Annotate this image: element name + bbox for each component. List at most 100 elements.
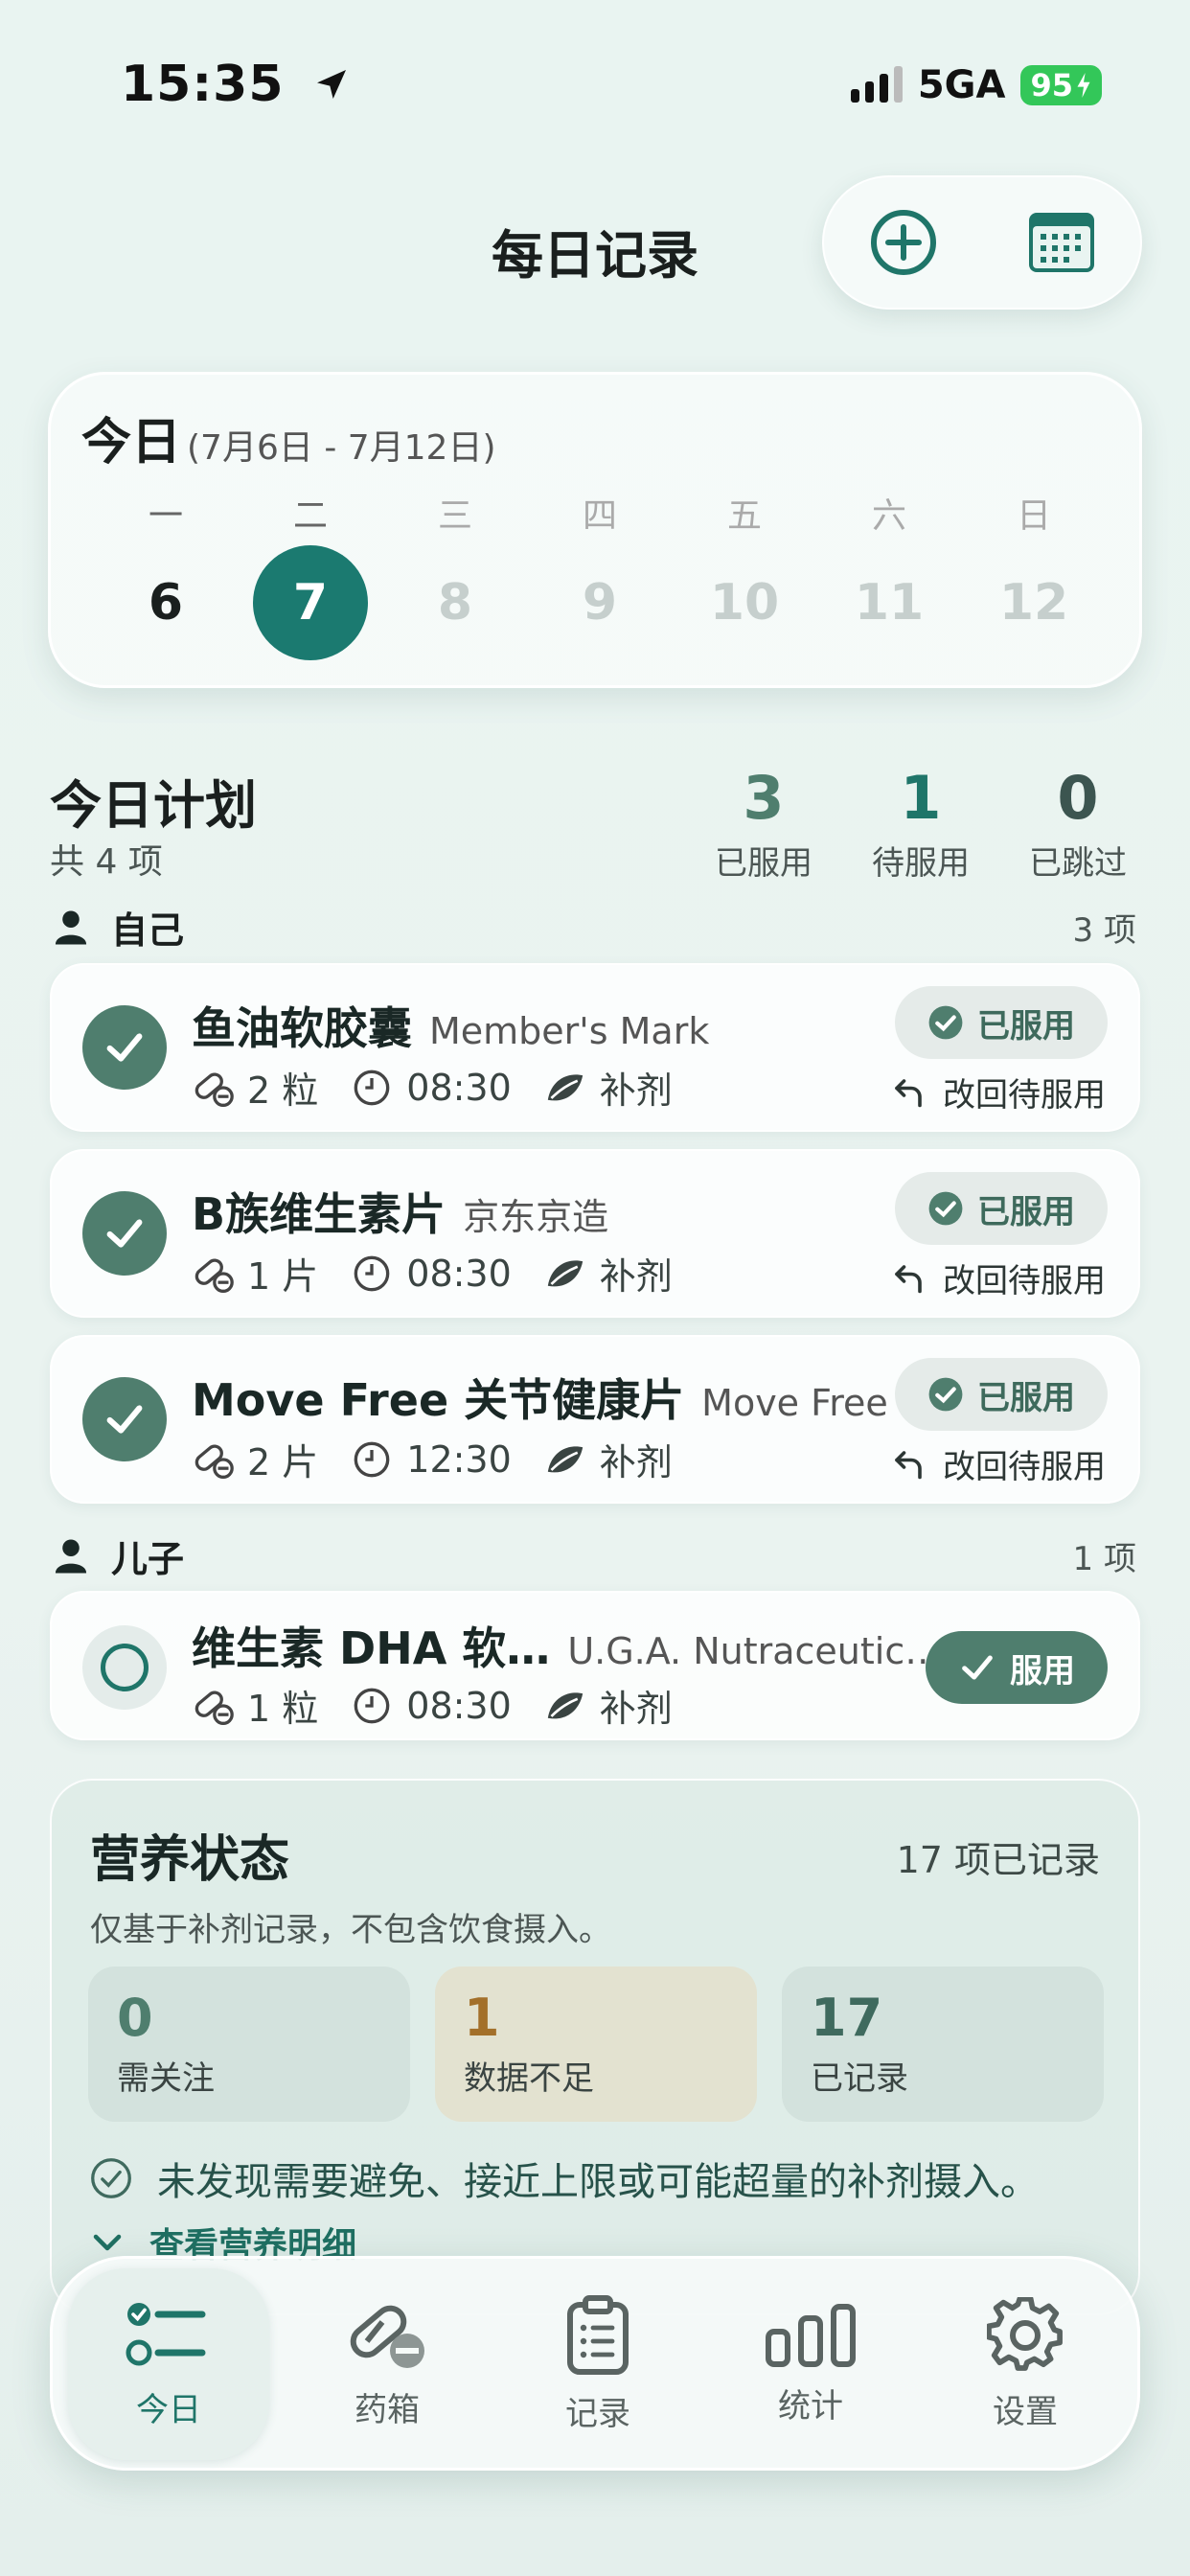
time: 08:30 (406, 1066, 512, 1109)
add-button[interactable] (869, 208, 938, 277)
nutrition-box-insufficient[interactable]: 1 数据不足 (435, 1966, 757, 2122)
bar-stats-icon (766, 2303, 856, 2367)
tab-settings[interactable]: 设置 (925, 2268, 1126, 2460)
stat-taken: 3 已服用 (692, 763, 835, 884)
medication-brand: 京东京造 (463, 1196, 609, 1238)
nutrition-title: 营养状态 (90, 1831, 290, 1889)
group-count: 3 项 (1072, 911, 1136, 950)
date-cell[interactable]: 6 (108, 545, 223, 660)
empty-circle-icon (101, 1644, 149, 1691)
pill-icon (192, 1438, 234, 1481)
check-circle-icon (928, 1377, 963, 1412)
dose: 2 片 (247, 1441, 319, 1484)
date-cell[interactable]: 8 (398, 545, 513, 660)
nutrition-box-attention[interactable]: 0 需关注 (88, 1966, 410, 2122)
taken-check-button[interactable] (82, 1377, 167, 1461)
week-title: 今日 (7月6日 - 7月12日) (81, 414, 496, 472)
medication-card[interactable]: B族维生素片 京东京造 1 片 08:30 补剂 已服用 改回待服用 (50, 1149, 1140, 1318)
date-cell[interactable]: 12 (976, 545, 1091, 660)
medication-brand: Move Free (701, 1382, 888, 1424)
tab-today[interactable]: 今日 (68, 2268, 269, 2460)
person-icon (55, 1538, 87, 1574)
weekday-label: 一 (148, 496, 183, 536)
category: 补剂 (599, 1688, 673, 1730)
revert-to-pending-button[interactable]: 改回待服用 (891, 1440, 1106, 1487)
person-icon (55, 909, 87, 945)
taken-check-button[interactable] (82, 1191, 167, 1276)
stat-value: 3 (743, 763, 785, 833)
pill-icon (192, 1685, 234, 1727)
calendar-icon (1028, 213, 1094, 272)
time: 08:30 (406, 1252, 512, 1295)
stat-label: 已服用 (715, 844, 812, 883)
group-header-self: 自己 3 项 (54, 901, 1136, 954)
week-card: 今日 (7月6日 - 7月12日) 一 二 三 四 五 六 日 6 7 8 9 1… (48, 372, 1142, 688)
medication-card[interactable]: 鱼油软胶囊 Member's Mark 2 粒 08:30 补剂 已服用 改回待服… (50, 963, 1140, 1132)
weekday-row: 一 二 三 四 五 六 日 (108, 488, 1091, 538)
clock-icon (351, 1067, 393, 1109)
medication-name: 鱼油软胶囊 Member's Mark (192, 1002, 710, 1054)
tab-medicine-box[interactable]: 药箱 (286, 2268, 488, 2460)
checklist-icon (126, 2302, 206, 2365)
date-cell[interactable]: 9 (542, 545, 657, 660)
stat-skipped: 0 已跳过 (1006, 763, 1150, 884)
medication-meta: 2 片 12:30 补剂 (192, 1433, 705, 1485)
undo-icon (895, 1078, 922, 1107)
pill-icon (192, 1253, 234, 1295)
status-indicators: 5GA 95 (850, 63, 1102, 107)
week-range: (7月6日 - 7月12日) (187, 428, 496, 468)
time: 12:30 (406, 1438, 512, 1481)
nutrition-box-recorded[interactable]: 17 已记录 (782, 1966, 1104, 2122)
date-cell[interactable]: 11 (832, 545, 947, 660)
category: 补剂 (599, 1441, 673, 1484)
clock-icon (351, 1253, 393, 1295)
battery-icon: 95 (1020, 65, 1102, 105)
nutrition-description: 仅基于补剂记录，不包含饮食摄入。 (90, 1911, 611, 1949)
check-circle-icon (928, 1191, 963, 1226)
category: 补剂 (599, 1070, 673, 1112)
undo-icon (895, 1450, 922, 1479)
plan-subtitle: 共 4 项 (50, 842, 163, 882)
pending-check-button[interactable] (82, 1625, 167, 1710)
leaf-icon (544, 1253, 586, 1295)
stat-value: 1 (900, 763, 942, 833)
check-circle-icon (928, 1005, 963, 1040)
weekday-label: 四 (582, 496, 617, 536)
stat-label: 待服用 (872, 844, 970, 883)
group-header-son: 儿子 1 项 (54, 1530, 1136, 1582)
take-button[interactable]: 服用 (926, 1631, 1108, 1704)
taken-status-badge: 已服用 (895, 986, 1108, 1059)
date-cell[interactable]: 10 (687, 545, 802, 660)
box-value: 0 (117, 1988, 153, 2048)
weekday-label: 五 (726, 496, 762, 536)
chevron-down-icon (93, 2234, 122, 2251)
medication-card[interactable]: Move Free 关节健康片 Move Free 2 片 12:30 补剂 已服… (50, 1335, 1140, 1504)
category: 补剂 (599, 1255, 673, 1298)
revert-to-pending-button[interactable]: 改回待服用 (891, 1069, 1106, 1116)
date-cell-selected[interactable]: 7 (253, 545, 368, 660)
medication-meta: 1 粒 08:30 补剂 (192, 1679, 705, 1732)
tab-stats[interactable]: 统计 (710, 2268, 911, 2460)
taken-check-button[interactable] (82, 1005, 167, 1090)
nutrition-count: 17 项已记录 (896, 1839, 1100, 1881)
medication-meta: 1 片 08:30 补剂 (192, 1247, 705, 1300)
stat-value: 0 (1057, 763, 1099, 833)
nutrition-ok-message: 未发现需要避免、接近上限或可能超量的补剂摄入。 (90, 2150, 1039, 2206)
tab-records[interactable]: 记录 (497, 2268, 698, 2460)
leaf-icon (544, 1438, 586, 1481)
weekday-label: 二 (292, 496, 328, 536)
medication-card[interactable]: 维生素 DHA 软… U.G.A. Nutraceutic… 1 粒 08:30 … (50, 1591, 1140, 1740)
checkmark-icon (962, 1655, 993, 1680)
clock-icon (351, 1685, 393, 1727)
box-value: 1 (464, 1988, 500, 2048)
status-time: 15:35 (121, 56, 351, 116)
header-actions (822, 175, 1142, 310)
group-count: 1 项 (1072, 1540, 1136, 1578)
check-circle-icon (91, 2158, 131, 2198)
calendar-button[interactable] (1027, 208, 1096, 277)
tab-bar: 今日 药箱 记录 统计 设置 (50, 2256, 1140, 2471)
revert-to-pending-button[interactable]: 改回待服用 (891, 1254, 1106, 1301)
clock-icon (351, 1438, 393, 1481)
date-row: 6 7 8 9 10 11 12 (108, 545, 1091, 660)
nutrition-card: 营养状态 17 项已记录 仅基于补剂记录，不包含饮食摄入。 0 需关注 1 数据… (50, 1779, 1140, 2315)
